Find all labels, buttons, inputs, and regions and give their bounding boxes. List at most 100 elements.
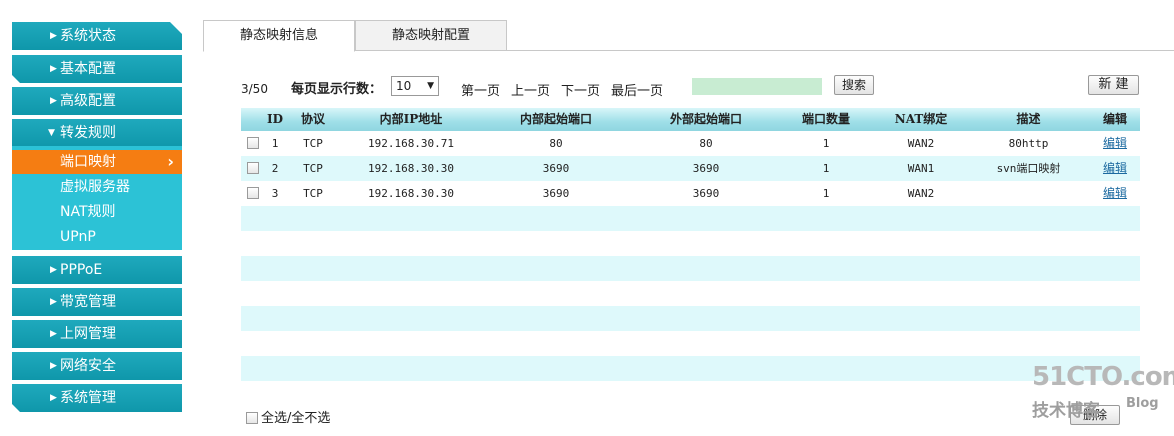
empty-row	[241, 256, 1140, 281]
edit-link[interactable]: 编辑	[1103, 161, 1127, 175]
header-external-port: 外部起始端口	[669, 112, 742, 126]
select-all-toggle[interactable]: 全选/全不选	[246, 407, 330, 426]
watermark-subtitle: 技术博客	[1032, 401, 1100, 421]
table-row: 1 TCP 192.168.30.71 80 80 1 WAN2 80http …	[241, 131, 1140, 156]
record-count: 3/50	[241, 82, 268, 96]
port-mapping-table: ID 协议 内部IP地址 内部起始端口 外部起始端口 端口数量 NAT绑定 描述…	[241, 108, 1140, 381]
watermark-logo: 51CTO.com	[1032, 362, 1174, 392]
cell-port-count: 1	[822, 162, 830, 175]
submenu-item-virtual-server[interactable]: 虚拟服务器	[12, 175, 182, 199]
submenu-item-label: NAT规则	[60, 204, 116, 220]
row-checkbox[interactable]	[241, 156, 265, 181]
header-port-count: 端口数量	[801, 112, 850, 126]
chevron-down-icon: ▼	[427, 81, 434, 91]
cell-protocol: TCP	[303, 137, 323, 150]
cell-port-count: 1	[822, 137, 830, 150]
header-internal-ip: 内部IP地址	[379, 112, 443, 126]
sidebar-item-internet-management[interactable]: ▶ 上网管理	[12, 320, 182, 348]
sidebar-item-basic-config[interactable]: ▶ 基本配置	[12, 55, 182, 83]
watermark: 51CTO.com 技术博客 Blog	[1030, 362, 1174, 422]
search-input[interactable]	[692, 78, 822, 95]
sidebar-item-label: 上网管理	[60, 326, 116, 342]
cell-protocol: TCP	[303, 162, 323, 175]
sidebar-item-label: 网络安全	[60, 358, 116, 374]
submenu-item-label: UPnP	[60, 229, 96, 245]
sidebar-item-label: PPPoE	[60, 262, 103, 278]
sidebar-item-system-status[interactable]: ▶ 系统状态	[12, 22, 182, 50]
cell-description: svn端口映射	[996, 162, 1061, 175]
sidebar-item-pppoe[interactable]: ▶ PPPoE	[12, 256, 182, 284]
row-checkbox[interactable]	[241, 181, 265, 206]
caret-right-icon: ▶	[50, 31, 57, 41]
submenu-item-port-mapping[interactable]: 端口映射 ›	[12, 150, 182, 174]
checkbox-icon	[247, 187, 259, 199]
header-edit: 编辑	[1102, 112, 1127, 126]
tab-static-mapping-info[interactable]: 静态映射信息	[203, 20, 355, 52]
watermark-blog: Blog	[1126, 396, 1159, 411]
header-protocol: 协议	[300, 112, 325, 126]
cell-internal-ip: 192.168.30.71	[367, 137, 455, 150]
table-header: ID 协议 内部IP地址 内部起始端口 外部起始端口 端口数量 NAT绑定 描述…	[241, 108, 1140, 131]
header-id: ID	[266, 112, 284, 126]
sidebar-item-bandwidth[interactable]: ▶ 带宽管理	[12, 288, 182, 316]
chevron-right-icon: ›	[167, 152, 174, 171]
sidebar-item-system-management[interactable]: ▶ 系统管理	[12, 384, 182, 412]
submenu-item-label: 端口映射	[60, 154, 116, 170]
cell-edit: 编辑	[1096, 131, 1134, 156]
new-button[interactable]: 新 建	[1088, 75, 1139, 95]
cell-nat-binding: WAN2	[907, 137, 935, 150]
submenu-item-upnp[interactable]: UPnP	[12, 225, 182, 249]
cell-external-port: 3690	[692, 162, 720, 175]
cell-edit: 编辑	[1096, 181, 1134, 206]
sidebar-item-label: 转发规则	[60, 125, 116, 141]
sidebar-item-network-security[interactable]: ▶ 网络安全	[12, 352, 182, 380]
cell-nat-binding: WAN2	[907, 187, 935, 200]
edit-link[interactable]: 编辑	[1103, 186, 1127, 200]
checkbox-icon	[247, 162, 259, 174]
sidebar: ▶ 系统状态 ▶ 基本配置 ▶ 高级配置 ▼ 转发规则 端口映射 › 虚拟服务器…	[0, 0, 190, 436]
rows-per-page-select[interactable]: 10 ▼	[391, 76, 439, 96]
checkbox-icon	[246, 411, 258, 424]
cell-id: 3	[271, 187, 279, 200]
cell-external-port: 80	[699, 137, 713, 150]
cell-description: 80http	[1008, 137, 1049, 150]
row-checkbox[interactable]	[241, 131, 265, 156]
sidebar-item-forwarding-rules[interactable]: ▼ 转发规则	[12, 119, 182, 147]
empty-row	[241, 231, 1140, 256]
sidebar-item-advanced-config[interactable]: ▶ 高级配置	[12, 87, 182, 115]
rows-per-page-value: 10	[396, 79, 412, 93]
sidebar-item-label: 带宽管理	[60, 294, 116, 310]
edit-link[interactable]: 编辑	[1103, 136, 1127, 150]
first-page-link[interactable]: 第一页	[461, 80, 500, 99]
cell-protocol: TCP	[303, 187, 323, 200]
cell-nat-binding: WAN1	[907, 162, 935, 175]
prev-page-link[interactable]: 上一页	[511, 80, 550, 99]
sidebar-item-label: 基本配置	[60, 61, 116, 77]
caret-right-icon: ▶	[50, 265, 57, 275]
caret-right-icon: ▶	[50, 393, 57, 403]
cell-internal-port: 3690	[542, 187, 570, 200]
tab-static-mapping-config[interactable]: 静态映射配置	[355, 20, 507, 51]
cell-internal-port: 3690	[542, 162, 570, 175]
header-nat-binding: NAT绑定	[894, 112, 948, 126]
caret-right-icon: ▶	[50, 297, 57, 307]
cell-id: 1	[271, 137, 279, 150]
checkbox-icon	[247, 137, 259, 149]
cell-internal-ip: 192.168.30.30	[367, 162, 455, 175]
submenu-forwarding-rules: 端口映射 › 虚拟服务器 NAT规则 UPnP	[12, 146, 182, 250]
last-page-link[interactable]: 最后一页	[611, 80, 663, 99]
empty-row	[241, 331, 1140, 356]
empty-row	[241, 356, 1140, 381]
next-page-link[interactable]: 下一页	[561, 80, 600, 99]
caret-right-icon: ▶	[50, 329, 57, 339]
search-button[interactable]: 搜索	[834, 75, 874, 95]
caret-right-icon: ▶	[50, 96, 57, 106]
sidebar-item-label: 高级配置	[60, 93, 116, 109]
empty-row	[241, 306, 1140, 331]
table-row: 2 TCP 192.168.30.30 3690 3690 1 WAN1 svn…	[241, 156, 1140, 181]
header-internal-port: 内部起始端口	[519, 112, 592, 126]
cell-external-port: 3690	[692, 187, 720, 200]
submenu-item-nat-rules[interactable]: NAT规则	[12, 200, 182, 224]
empty-row	[241, 206, 1140, 231]
caret-right-icon: ▶	[50, 64, 57, 74]
